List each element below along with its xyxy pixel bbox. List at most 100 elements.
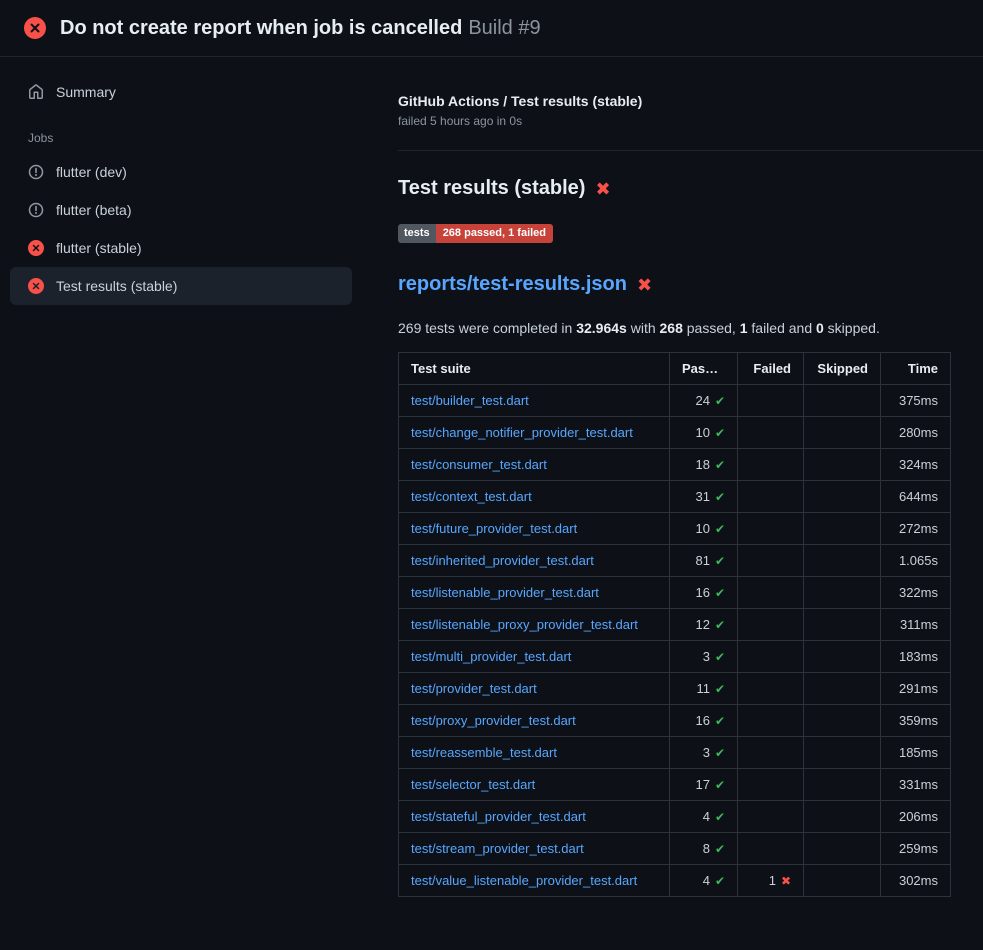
passed-cell: 31✔ xyxy=(670,481,738,513)
test-suite-link[interactable]: test/context_test.dart xyxy=(411,489,532,504)
time-cell: 359ms xyxy=(881,705,951,737)
failed-cell-count: 1 xyxy=(769,873,776,888)
check-icon: ✔ xyxy=(715,618,725,632)
time-cell: 322ms xyxy=(881,577,951,609)
badge-value: 268 passed, 1 failed xyxy=(436,224,553,243)
failed-cell: 1✖ xyxy=(738,865,804,897)
test-suite-link[interactable]: test/proxy_provider_test.dart xyxy=(411,713,576,728)
skipped-cell xyxy=(804,801,881,833)
report-link[interactable]: reports/test-results.json xyxy=(398,273,627,296)
page-title: Do not create report when job is cancell… xyxy=(60,17,541,40)
skipped-cell xyxy=(804,417,881,449)
test-suite-link[interactable]: test/reassemble_test.dart xyxy=(411,745,557,760)
test-suite-row: test/change_notifier_provider_test.dart 1… xyxy=(399,417,951,449)
test-suite-row: test/stateful_provider_test.dart4✔206ms xyxy=(399,801,951,833)
skipped-cell xyxy=(804,609,881,641)
passed-cell-count: 31 xyxy=(695,489,709,504)
skipped-cell xyxy=(804,513,881,545)
passed-cell-count: 18 xyxy=(695,457,709,472)
passed-cell: 16✔ xyxy=(670,705,738,737)
check-icon: ✔ xyxy=(715,650,725,664)
time-cell: 272ms xyxy=(881,513,951,545)
test-suite-link[interactable]: test/listenable_provider_test.dart xyxy=(411,585,599,600)
job-label: flutter (stable) xyxy=(56,240,142,256)
test-suite-link[interactable]: test/future_provider_test.dart xyxy=(411,521,577,536)
check-icon: ✔ xyxy=(715,746,725,760)
jobs-list: flutter (dev) flutter (beta) flutter (st… xyxy=(10,153,352,305)
column-header-time: Time xyxy=(881,353,951,385)
test-suite-row: test/listenable_proxy_provider_test.dart… xyxy=(399,609,951,641)
failed-cell xyxy=(738,801,804,833)
check-icon: ✔ xyxy=(715,842,725,856)
test-suite-cell: test/builder_test.dart xyxy=(399,385,670,417)
passed-cell: 12 ✔ xyxy=(670,609,738,641)
test-suite-row: test/reassemble_test.dart3✔185ms xyxy=(399,737,951,769)
column-header-passed: Passed xyxy=(670,353,738,385)
failed-status-icon xyxy=(28,240,44,256)
skipped-cell xyxy=(804,673,881,705)
main-content: GitHub Actions / Test results (stable) f… xyxy=(362,57,983,897)
check-icon: ✔ xyxy=(715,778,725,792)
passed-cell-count: 16 xyxy=(695,585,709,600)
test-suite-link[interactable]: test/inherited_provider_test.dart xyxy=(411,553,594,568)
test-suite-link[interactable]: test/consumer_test.dart xyxy=(411,457,547,472)
time-cell: 375ms xyxy=(881,385,951,417)
failed-cell xyxy=(738,577,804,609)
home-icon xyxy=(28,84,44,100)
time-cell: 183ms xyxy=(881,641,951,673)
sidebar-item-flutter-beta[interactable]: flutter (beta) xyxy=(10,191,352,229)
passed-cell-count: 10 xyxy=(695,521,709,536)
run-status-text: failed 5 hours ago in 0s xyxy=(398,114,951,128)
test-suite-row: test/stream_provider_test.dart8✔259ms xyxy=(399,833,951,865)
skipped-cell xyxy=(804,705,881,737)
passed-cell: 4✔ xyxy=(670,801,738,833)
time-cell: 1.065s xyxy=(881,545,951,577)
test-suite-cell: test/listenable_proxy_provider_test.dart xyxy=(399,609,670,641)
passed-cell-count: 12 xyxy=(695,617,709,632)
test-suite-link[interactable]: test/stateful_provider_test.dart xyxy=(411,809,586,824)
test-suite-link[interactable]: test/provider_test.dart xyxy=(411,681,537,696)
test-suite-link[interactable]: test/value_listenable_provider_test.dart xyxy=(411,873,637,888)
test-suite-link[interactable]: test/stream_provider_test.dart xyxy=(411,841,584,856)
table-header-row: Test suitePassedFailedSkippedTime xyxy=(399,353,951,385)
test-suite-link[interactable]: test/change_notifier_provider_test.dart xyxy=(411,425,633,440)
time-cell: 259ms xyxy=(881,833,951,865)
report-heading: reports/test-results.json ✖ xyxy=(398,273,951,296)
build-number: Build #9 xyxy=(468,17,540,39)
test-suite-row: test/future_provider_test.dart10✔272ms xyxy=(399,513,951,545)
failed-x-icon: ✖ xyxy=(637,276,652,294)
sidebar-item-test-results-stable[interactable]: Test results (stable) xyxy=(10,267,352,305)
passed-cell: 81✔ xyxy=(670,545,738,577)
test-suite-row: test/value_listenable_provider_test.dart… xyxy=(399,865,951,897)
test-suite-link[interactable]: test/listenable_proxy_provider_test.dart xyxy=(411,617,638,632)
sidebar-item-summary[interactable]: Summary xyxy=(10,73,352,111)
sidebar-item-flutter-stable[interactable]: flutter (stable) xyxy=(10,229,352,267)
test-suite-cell: test/stateful_provider_test.dart xyxy=(399,801,670,833)
section-heading: Test results (stable) ✖ xyxy=(398,177,951,200)
test-suite-row: test/provider_test.dart11✔291ms xyxy=(399,673,951,705)
passed-cell-count: 3 xyxy=(703,649,710,664)
test-suite-link[interactable]: test/builder_test.dart xyxy=(411,393,529,408)
test-suite-row: test/listenable_provider_test.dart16✔322… xyxy=(399,577,951,609)
skipped-cell xyxy=(804,769,881,801)
check-icon: ✔ xyxy=(715,554,725,568)
check-icon: ✔ xyxy=(715,458,725,472)
sidebar: Summary Jobs flutter (dev) flutter (beta… xyxy=(0,57,362,897)
job-label: flutter (dev) xyxy=(56,164,127,180)
failed-status-icon xyxy=(28,278,44,294)
job-label: Test results (stable) xyxy=(56,278,177,294)
check-icon: ✔ xyxy=(715,682,725,696)
failed-cell xyxy=(738,385,804,417)
sidebar-item-flutter-dev[interactable]: flutter (dev) xyxy=(10,153,352,191)
passed-cell-count: 10 xyxy=(695,425,709,440)
test-suite-link[interactable]: test/selector_test.dart xyxy=(411,777,535,792)
summary-duration: 32.964s xyxy=(576,320,627,336)
passed-cell-count: 3 xyxy=(703,745,710,760)
breadcrumb: GitHub Actions / Test results (stable) xyxy=(398,93,951,109)
neutral-status-icon xyxy=(28,202,44,218)
skipped-cell xyxy=(804,737,881,769)
check-icon: ✔ xyxy=(715,810,725,824)
test-suite-link[interactable]: test/multi_provider_test.dart xyxy=(411,649,571,664)
test-suite-cell: test/context_test.dart xyxy=(399,481,670,513)
test-suite-cell: test/future_provider_test.dart xyxy=(399,513,670,545)
